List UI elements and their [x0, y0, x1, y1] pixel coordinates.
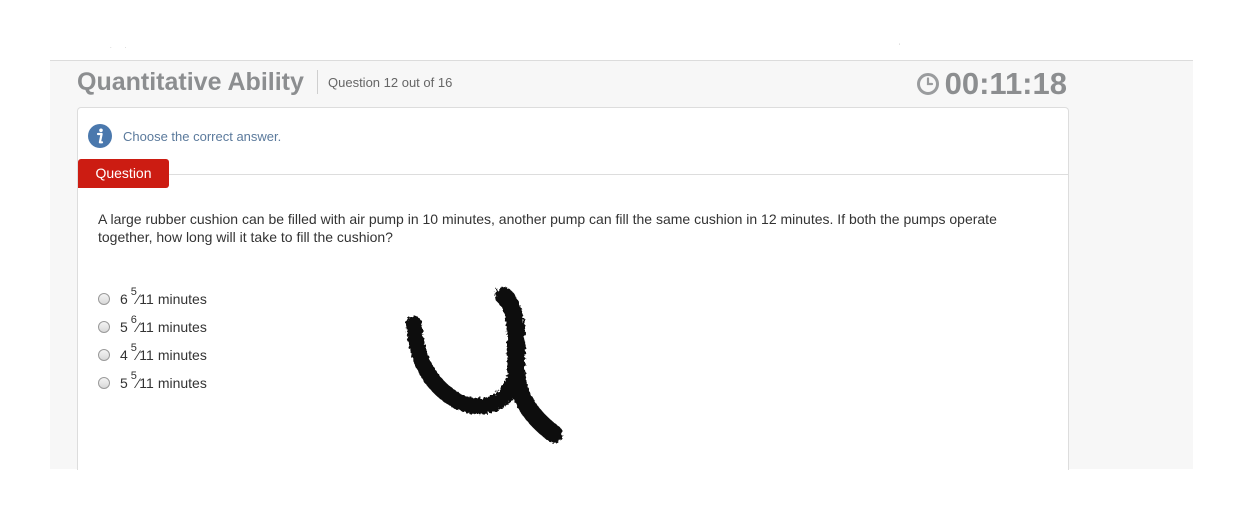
clock-icon — [916, 73, 939, 95]
radio-button[interactable] — [98, 321, 110, 333]
top-edge-artifact: . . — [110, 44, 129, 50]
answer-option[interactable]: 4 5 ⁄ 11 minutes — [98, 341, 207, 369]
option-whole-number: 5 — [120, 375, 128, 391]
option-numerator: 6 — [130, 314, 137, 326]
option-unit: minutes — [157, 319, 207, 335]
timer: 00:11:18 — [916, 66, 1067, 101]
instruction-text: Choose the correct answer. — [123, 128, 282, 144]
instruction: Choose the correct answer. — [88, 124, 281, 148]
option-denominator: 11 — [139, 291, 154, 307]
question-card: Choose the correct answer. Question A la… — [77, 107, 1069, 470]
tab-divider — [78, 174, 1068, 175]
option-unit: minutes — [157, 375, 207, 391]
option-denominator: 11 — [139, 347, 154, 363]
timer-value: 00:11:18 — [944, 66, 1067, 101]
radio-button[interactable] — [98, 377, 110, 389]
answer-option[interactable]: 5 5 ⁄ 11 minutes — [98, 369, 207, 397]
option-denominator: 11 — [139, 375, 154, 391]
question-text: A large rubber cushion can be filled wit… — [98, 211, 997, 245]
top-edge-artifact: ' — [899, 44, 901, 50]
answer-options: 6 5 ⁄ 11 minutes 5 6 ⁄ 11 minutes 4 5 ⁄ 11 minute… — [98, 285, 207, 397]
option-numerator: 5 — [130, 370, 137, 382]
tab-question[interactable]: Question — [78, 159, 169, 188]
answer-option[interactable]: 5 6 ⁄ 11 minutes — [98, 313, 207, 341]
radio-button[interactable] — [98, 349, 110, 361]
answer-option[interactable]: 6 5 ⁄ 11 minutes — [98, 285, 207, 313]
option-unit: minutes — [157, 347, 207, 363]
option-numerator: 5 — [130, 286, 137, 298]
question-counter: Question 12 out of 16 — [328, 75, 453, 90]
radio-button[interactable] — [98, 293, 110, 305]
section-title: Quantitative Ability — [77, 68, 304, 96]
info-icon — [88, 124, 112, 148]
header-divider — [317, 70, 318, 94]
page: . . ' Quantitative Ability Question 12 o… — [0, 0, 1243, 518]
handwritten-scribble — [406, 287, 563, 443]
test-header: Quantitative Ability Question 12 out of … — [77, 64, 1069, 104]
option-whole-number: 6 — [120, 291, 128, 307]
option-whole-number: 5 — [120, 319, 128, 335]
option-whole-number: 4 — [120, 347, 128, 363]
option-denominator: 11 — [139, 319, 154, 335]
option-numerator: 5 — [130, 342, 137, 354]
option-unit: minutes — [157, 291, 207, 307]
